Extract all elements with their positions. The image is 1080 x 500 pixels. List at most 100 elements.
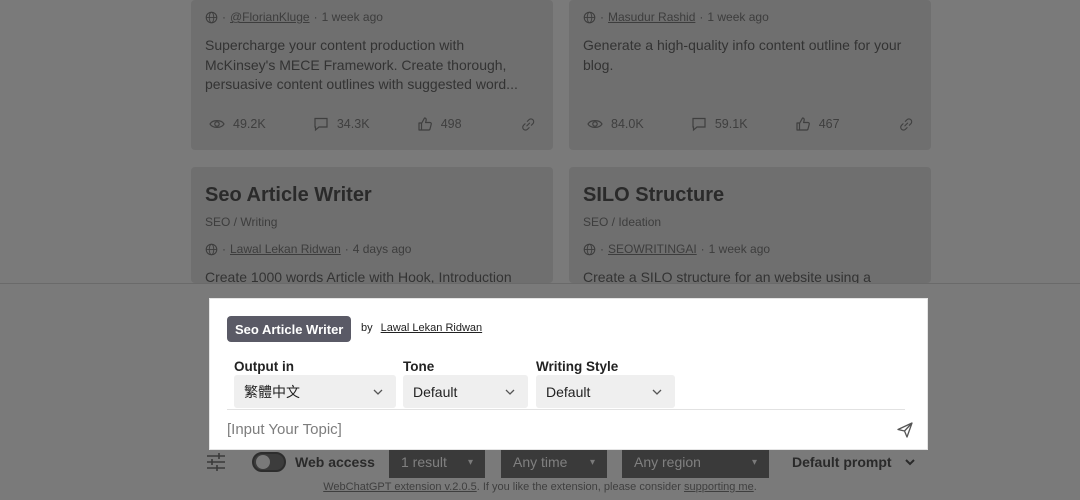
prompt-card[interactable]: · @FlorianKluge · 1 week ago Supercharge… bbox=[191, 0, 553, 150]
card-description: Create 1000 words Article with Hook, Int… bbox=[205, 269, 512, 283]
region-dropdown[interactable]: Any region ▾ bbox=[622, 446, 769, 478]
results-value: 1 result bbox=[401, 454, 447, 470]
web-access-toggle[interactable] bbox=[252, 452, 286, 472]
card-title[interactable]: SILO Structure bbox=[583, 184, 724, 207]
settings-button[interactable] bbox=[205, 446, 227, 478]
writing-style-value: Default bbox=[546, 383, 591, 400]
card-author-link[interactable]: Lawal Lekan Ridwan bbox=[230, 242, 341, 256]
card-author-link[interactable]: Masudur Rashid bbox=[608, 10, 695, 24]
thumbs-up-icon bbox=[418, 117, 432, 131]
globe-icon bbox=[205, 11, 218, 23]
tone-select[interactable]: Default bbox=[403, 375, 528, 408]
output-language-value: 繁體中文 bbox=[244, 383, 300, 400]
likes-count: 498 bbox=[440, 117, 462, 131]
meta-separator: · bbox=[344, 242, 349, 256]
prompt-card[interactable]: · Masudur Rashid · 1 week ago Generate a… bbox=[569, 0, 931, 150]
card-description: Create a SILO structure for an website u… bbox=[583, 269, 871, 283]
card-author-link[interactable]: @FlorianKluge bbox=[230, 10, 310, 24]
card-description: Generate a high-quality info content out… bbox=[583, 37, 902, 73]
chevron-down-icon: ▾ bbox=[751, 456, 757, 468]
panel-divider bbox=[227, 409, 905, 410]
default-prompt-label: Default prompt bbox=[792, 454, 892, 470]
card-time: 1 week ago bbox=[708, 242, 771, 256]
output-language-label: Output in bbox=[234, 359, 294, 374]
comments-stat: 59.1K bbox=[691, 116, 795, 132]
sliders-icon bbox=[207, 453, 225, 471]
comments-count: 34.3K bbox=[336, 117, 370, 131]
footer-end: . bbox=[753, 481, 757, 493]
prompt-template-panel: Seo Article Writer by Lawal Lekan Ridwan… bbox=[209, 298, 928, 450]
card-category: SEO / Ideation bbox=[583, 215, 662, 229]
likes-stat[interactable]: 498 bbox=[417, 116, 521, 132]
card-title[interactable]: Seo Article Writer bbox=[205, 184, 372, 207]
meta-separator: · bbox=[600, 10, 604, 24]
card-description: Supercharge your content production with… bbox=[205, 37, 518, 92]
writing-style-label: Writing Style bbox=[536, 359, 619, 374]
prompt-author-line: by Lawal Lekan Ridwan bbox=[361, 322, 482, 334]
topic-input[interactable] bbox=[227, 416, 867, 442]
link-icon[interactable] bbox=[521, 117, 535, 132]
globe-icon bbox=[583, 243, 596, 255]
extension-version-link[interactable]: WebChatGPT extension v.2.0.5 bbox=[323, 481, 476, 493]
writing-style-select[interactable]: Default bbox=[536, 375, 675, 408]
likes-stat[interactable]: 467 bbox=[795, 116, 899, 132]
views-stat: 49.2K bbox=[209, 116, 313, 132]
views-stat: 84.0K bbox=[587, 116, 691, 132]
globe-icon bbox=[583, 11, 596, 23]
comments-count: 59.1K bbox=[714, 117, 748, 131]
region-value: Any region bbox=[634, 454, 701, 470]
card-time: 1 week ago bbox=[321, 10, 383, 24]
card-category: SEO / Writing bbox=[205, 215, 278, 229]
chevron-down-icon bbox=[505, 389, 515, 395]
meta-separator: · bbox=[222, 242, 226, 256]
comments-stat: 34.3K bbox=[313, 116, 417, 132]
card-meta: · Masudur Rashid · 1 week ago bbox=[583, 10, 769, 24]
likes-count: 467 bbox=[818, 117, 840, 131]
globe-icon bbox=[205, 243, 218, 255]
time-dropdown[interactable]: Any time ▾ bbox=[501, 446, 607, 478]
toggle-knob bbox=[256, 455, 270, 469]
tone-value: Default bbox=[413, 383, 458, 400]
card-author-link[interactable]: SEOWRITINGAI bbox=[608, 242, 697, 256]
prompt-author-link[interactable]: Lawal Lekan Ridwan bbox=[381, 322, 483, 334]
link-icon[interactable] bbox=[899, 117, 913, 132]
thumbs-up-icon bbox=[796, 117, 810, 131]
eye-icon bbox=[587, 120, 603, 128]
card-meta: · Lawal Lekan Ridwan · 4 days ago bbox=[205, 242, 411, 256]
footer-note: WebChatGPT extension v.2.0.5. If you lik… bbox=[0, 481, 1080, 493]
send-icon[interactable] bbox=[896, 421, 914, 439]
views-count: 49.2K bbox=[233, 117, 266, 131]
meta-separator: · bbox=[600, 242, 604, 256]
default-prompt-dropdown[interactable]: Default prompt bbox=[792, 446, 916, 478]
by-label: by bbox=[361, 322, 373, 334]
card-time: 4 days ago bbox=[352, 242, 412, 256]
meta-separator: · bbox=[699, 10, 704, 24]
card-stats: 49.2K 34.3K 498 bbox=[209, 116, 535, 132]
tone-label: Tone bbox=[403, 359, 435, 374]
meta-separator: · bbox=[313, 10, 318, 24]
chevron-down-icon bbox=[904, 459, 915, 466]
chevron-down-icon bbox=[652, 389, 662, 395]
selected-prompt-chip[interactable]: Seo Article Writer bbox=[227, 316, 352, 342]
comment-icon bbox=[692, 117, 706, 132]
support-link[interactable]: supporting me bbox=[684, 481, 754, 493]
chevron-down-icon: ▾ bbox=[467, 456, 473, 468]
card-time: 1 week ago bbox=[707, 10, 769, 24]
footer-text: . If you like the extension, please cons… bbox=[476, 481, 684, 493]
web-access-label: Web access bbox=[295, 454, 375, 470]
time-value: Any time bbox=[513, 454, 568, 470]
prompt-card[interactable]: Seo Article Writer SEO / Writing · Lawal… bbox=[191, 167, 553, 283]
meta-separator: · bbox=[222, 10, 226, 24]
content-divider bbox=[0, 283, 1080, 284]
comment-icon bbox=[314, 117, 328, 132]
chevron-down-icon: ▾ bbox=[589, 456, 595, 468]
results-dropdown[interactable]: 1 result ▾ bbox=[389, 446, 485, 478]
views-count: 84.0K bbox=[611, 117, 644, 131]
chat-toolbar: Web access 1 result ▾ Any time ▾ Any reg… bbox=[0, 446, 1080, 480]
eye-icon bbox=[209, 120, 225, 128]
prompt-card[interactable]: SILO Structure SEO / Ideation · SEOWRITI… bbox=[569, 167, 931, 283]
card-meta: · @FlorianKluge · 1 week ago bbox=[205, 10, 383, 24]
card-stats: 84.0K 59.1K 467 bbox=[587, 116, 913, 132]
chevron-down-icon bbox=[373, 389, 383, 395]
output-language-select[interactable]: 繁體中文 bbox=[234, 375, 396, 408]
